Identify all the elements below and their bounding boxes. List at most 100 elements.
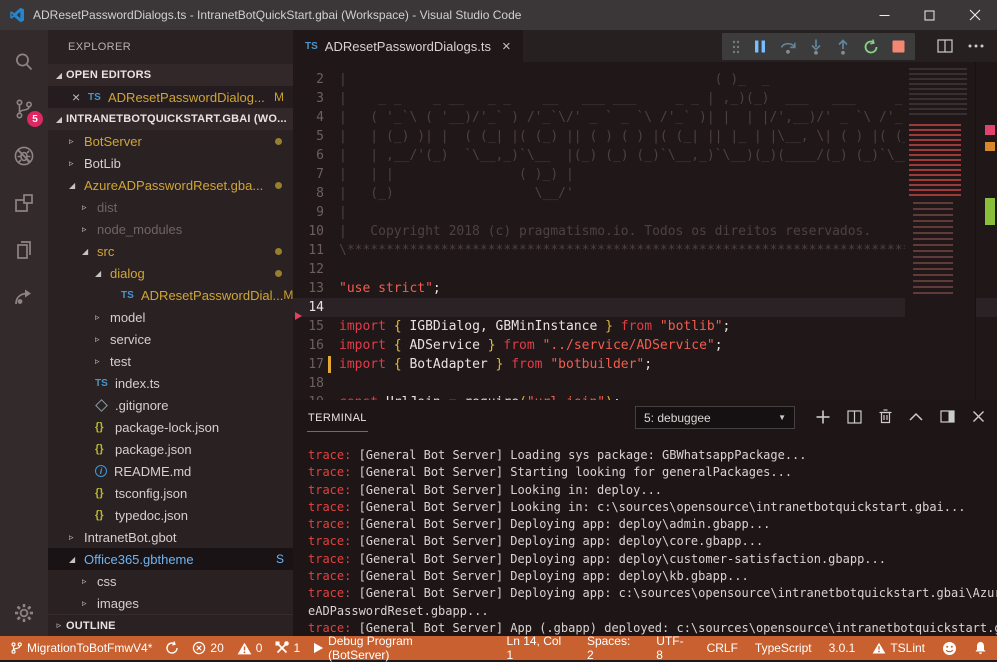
tree-item-package-lock-json[interactable]: {}package-lock.json <box>48 416 293 438</box>
twisty-icon: ▹ <box>69 532 82 543</box>
twisty-icon: ◢ <box>95 269 108 278</box>
debug-target-item[interactable]: Debug Program (BotServer) <box>313 634 476 662</box>
tree-item-azureadpasswordreset-gba[interactable]: ◢AzureADPasswordReset.gba... <box>48 174 293 196</box>
twisty-icon: ▹ <box>82 598 95 609</box>
line-number: 16 <box>293 336 339 355</box>
encoding-item[interactable]: UTF-8 <box>656 634 689 662</box>
version-item[interactable]: 3.0.1 <box>829 641 856 655</box>
notifications-bell-icon[interactable] <box>974 641 987 655</box>
tree-item-adresetpassworddial[interactable]: TSADResetPasswordDial...M <box>48 284 293 306</box>
share-icon[interactable] <box>0 273 48 320</box>
tree-item-readme-md[interactable]: iREADME.md <box>48 460 293 482</box>
code-editor[interactable]: 2| ( )_ _3| _ _ _ __ _ _ __ ___ ___ _ _ … <box>293 62 997 400</box>
open-editors-header[interactable]: ◢ OPEN EDITORS <box>48 64 293 86</box>
code-text: | | (_) )| | ( (_| |( (_) || ( ) ( ) |( … <box>339 127 934 146</box>
tree-item-gitignore[interactable]: .gitignore <box>48 394 293 416</box>
minimize-button[interactable] <box>862 0 907 30</box>
tree-item-node-modules[interactable]: ▹node_modules <box>48 218 293 240</box>
close-tab-icon[interactable]: × <box>502 38 511 55</box>
tools-item[interactable]: 1 <box>275 641 300 655</box>
stop-button[interactable] <box>892 40 905 53</box>
tree-item-src[interactable]: ◢src <box>48 240 293 262</box>
tslint-item[interactable]: TSLint <box>872 641 925 655</box>
source-control-icon[interactable]: 5 <box>0 85 48 132</box>
code-text: | ( )_ _ <box>339 70 769 89</box>
tree-item-typedoc-json[interactable]: {}typedoc.json <box>48 504 293 526</box>
sync-item[interactable] <box>165 641 179 655</box>
feedback-smiley-icon[interactable] <box>942 641 957 656</box>
tree-item-images[interactable]: ▹images <box>48 592 293 614</box>
terminal-line: trace: [General Bot Server] Starting loo… <box>308 464 997 481</box>
new-terminal-icon[interactable] <box>816 410 830 424</box>
settings-gear-icon[interactable] <box>0 589 48 636</box>
code-line-8: 8| (_) \__/' <box>293 184 997 203</box>
tree-item-label: package-lock.json <box>115 420 219 435</box>
close-window-button[interactable] <box>952 0 997 30</box>
search-icon[interactable] <box>0 38 48 85</box>
twisty-icon: ◢ <box>82 247 95 256</box>
tree-item-botserver[interactable]: ▹BotServer <box>48 130 293 152</box>
close-editor-icon[interactable]: × <box>72 89 88 105</box>
code-line-7: 7| | | ( )_) | <box>293 165 997 184</box>
language-mode-item[interactable]: TypeScript <box>755 641 812 655</box>
maximize-panel-icon[interactable] <box>909 412 923 421</box>
tree-item-package-json[interactable]: {}package.json <box>48 438 293 460</box>
workspace-header[interactable]: ◢ INTRANETBOTQUICKSTART.GBAI (WO... <box>48 108 293 130</box>
tree-item-intranetbot-gbot[interactable]: ▹IntranetBot.gbot <box>48 526 293 548</box>
ruler-error-mark <box>985 125 995 135</box>
tree-item-css[interactable]: ▹css <box>48 570 293 592</box>
outline-header[interactable]: ▹ OUTLINE <box>48 614 293 636</box>
minimap[interactable] <box>905 62 975 400</box>
git-branch-item[interactable]: MigrationToBotFmwV4* <box>10 641 152 655</box>
pause-button[interactable] <box>753 39 767 54</box>
warnings-item[interactable]: 0 <box>237 641 263 655</box>
warning-count: 0 <box>256 641 263 655</box>
close-panel-icon[interactable] <box>972 410 985 423</box>
terminal-select[interactable]: 5: debuggee ▼ <box>635 406 795 429</box>
tab-adresetpassworddialogs[interactable]: TS ADResetPasswordDialogs.ts × <box>293 30 523 62</box>
tree-item-dist[interactable]: ▹dist <box>48 196 293 218</box>
debug-disabled-icon[interactable] <box>0 132 48 179</box>
tree-item-botlib[interactable]: ▹BotLib <box>48 152 293 174</box>
overview-ruler[interactable] <box>975 62 997 400</box>
info-file-icon: i <box>95 465 107 477</box>
split-editor-icon[interactable] <box>937 39 953 53</box>
tree-item-test[interactable]: ▹test <box>48 350 293 372</box>
maximize-button[interactable] <box>907 0 952 30</box>
toolbar-drag-handle[interactable] <box>732 40 740 54</box>
more-actions-icon[interactable] <box>968 44 984 48</box>
step-out-button[interactable] <box>836 39 850 55</box>
eol-item[interactable]: CRLF <box>707 641 738 655</box>
terminal-output[interactable]: trace: [General Bot Server] Loading sys … <box>293 434 997 636</box>
pages-icon[interactable] <box>0 226 48 273</box>
kill-terminal-icon[interactable] <box>879 409 892 424</box>
code-text: \***************************************… <box>339 241 957 260</box>
terminal-tab[interactable]: TERMINAL <box>307 403 368 432</box>
code-text: import { BotAdapter } from "botbuilder"; <box>339 355 652 374</box>
toggle-panel-icon[interactable] <box>940 410 955 423</box>
cursor-position-item[interactable]: Ln 14, Col 1 <box>507 634 570 662</box>
tree-item-tsconfig-json[interactable]: {}tsconfig.json <box>48 482 293 504</box>
restart-button[interactable] <box>863 39 879 55</box>
open-editor-item[interactable]: × TS ADResetPasswordDialog... M <box>48 86 293 108</box>
code-text: | <box>339 203 347 222</box>
twisty-icon: ▹ <box>82 576 95 587</box>
extensions-icon[interactable] <box>0 179 48 226</box>
code-text: | | | ( )_) | <box>339 165 574 184</box>
errors-item[interactable]: 20 <box>192 641 223 655</box>
tree-item-label: IntranetBot.gbot <box>84 530 177 545</box>
tree-item-index-ts[interactable]: TSindex.ts <box>48 372 293 394</box>
twisty-icon: ◢ <box>52 115 66 124</box>
code-text: "use strict"; <box>339 279 441 298</box>
split-terminal-icon[interactable] <box>847 410 862 424</box>
tree-item-service[interactable]: ▹service <box>48 328 293 350</box>
line-number: 11 <box>293 241 339 260</box>
tree-item-dialog[interactable]: ◢dialog <box>48 262 293 284</box>
indentation-item[interactable]: Spaces: 2 <box>587 634 639 662</box>
modified-dot <box>275 270 282 277</box>
tree-item-model[interactable]: ▹model <box>48 306 293 328</box>
step-into-button[interactable] <box>809 39 823 55</box>
line-number: 9 <box>293 203 339 222</box>
tree-item-office365-gbtheme[interactable]: ◢Office365.gbthemeS <box>48 548 293 570</box>
step-over-button[interactable] <box>780 39 796 55</box>
